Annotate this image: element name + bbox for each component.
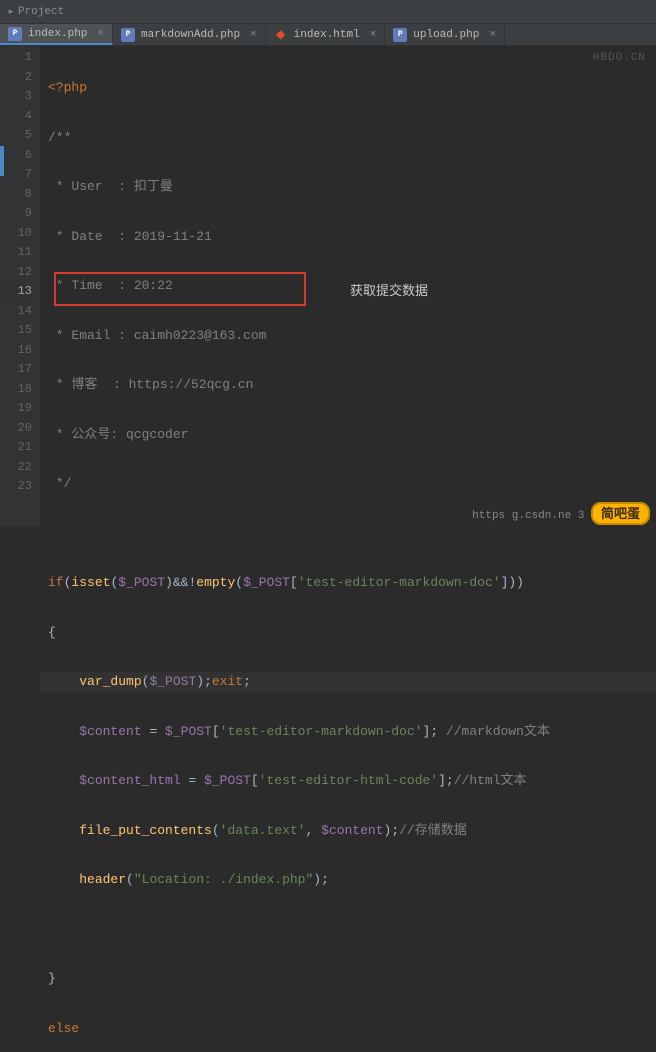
change-marker: [0, 146, 4, 176]
code-comment: /**: [48, 130, 71, 145]
collapse-icon[interactable]: ▸: [4, 5, 18, 19]
close-icon[interactable]: ×: [97, 28, 104, 40]
code-comment: * Email : caimh0223@163.com: [48, 328, 266, 343]
code-text: <?php: [48, 80, 87, 95]
close-icon[interactable]: ×: [489, 29, 496, 41]
tab-bar: P index.php × P markdownAdd.php × ◆ inde…: [0, 24, 656, 46]
code-editor[interactable]: 1 2 3 4 5 6 7 8 9 10 11 12 13 14 15 16 1…: [0, 46, 656, 526]
tab-label: index.html: [294, 29, 360, 41]
code-comment: * 公众号: qcgcoder: [48, 427, 188, 442]
tab-markdownadd-php[interactable]: P markdownAdd.php ×: [113, 24, 266, 45]
php-icon: P: [8, 27, 22, 41]
footer-logo: https g.csdn.ne 3 简吧蛋: [472, 503, 650, 522]
project-label[interactable]: Project: [18, 6, 64, 18]
code-line-17: header("Location: ./index.php");: [48, 870, 656, 890]
code-comment: */: [48, 476, 71, 491]
code-comment: * Time : 20:22: [48, 278, 173, 293]
code-comment: * User : 扣丁曼: [48, 179, 173, 194]
annotation-text: 获取提交数据: [350, 280, 428, 299]
php-icon: P: [393, 28, 407, 42]
code-area[interactable]: <?php /** * User : 扣丁曼 * Date : 2019-11-…: [40, 46, 656, 526]
project-bar: ▸ Project: [0, 0, 656, 24]
code-line-11: if(isset($_POST)&&!empty($_POST['test-ed…: [48, 573, 656, 593]
code-comment: * Date : 2019-11-21: [48, 229, 212, 244]
logo-badge: 简吧蛋: [591, 502, 650, 525]
code-line-16: file_put_contents('data.text', $content)…: [48, 821, 656, 841]
code-line-13-highlighted: var_dump($_POST);exit;: [40, 672, 656, 692]
watermark: HBDO.CN: [593, 52, 646, 64]
code-line-15: $content_html = $_POST['test-editor-html…: [48, 771, 656, 791]
close-icon[interactable]: ×: [250, 29, 257, 41]
footer-url: https g.csdn.ne 3: [472, 510, 584, 522]
code-comment: * 博客 : https://52qcg.cn: [48, 377, 253, 392]
php-icon: P: [121, 28, 135, 42]
tab-upload-php[interactable]: P upload.php ×: [385, 24, 505, 45]
tab-index-php[interactable]: P index.php ×: [0, 24, 113, 45]
tab-label: upload.php: [413, 29, 479, 41]
code-line-14: $content = $_POST['test-editor-markdown-…: [48, 722, 656, 742]
tab-label: index.php: [28, 28, 87, 40]
close-icon[interactable]: ×: [370, 29, 377, 41]
tab-label: markdownAdd.php: [141, 29, 240, 41]
line-gutter: 1 2 3 4 5 6 7 8 9 10 11 12 13 14 15 16 1…: [0, 46, 40, 526]
html-icon: ◆: [274, 28, 288, 42]
tab-index-html[interactable]: ◆ index.html ×: [266, 24, 386, 45]
